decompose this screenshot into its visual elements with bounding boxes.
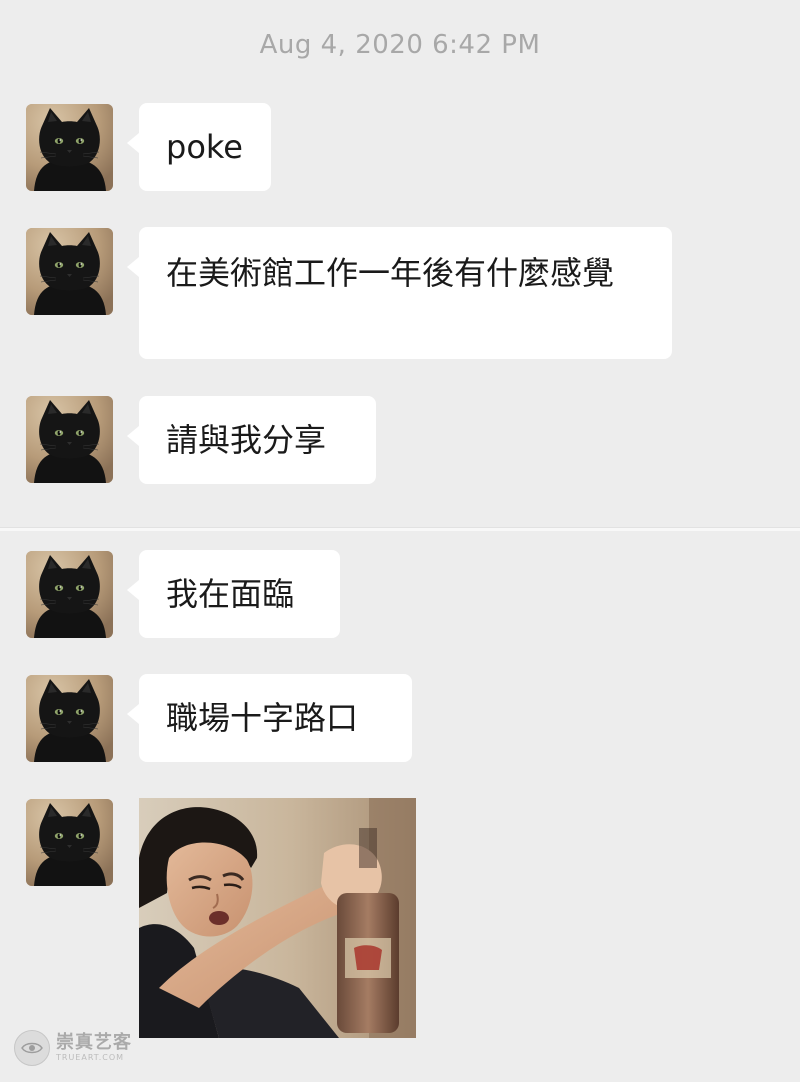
chat-timestamp: Aug 4, 2020 6:42 PM <box>259 30 541 60</box>
cat-avatar[interactable] <box>26 396 113 483</box>
black-cat-icon <box>26 551 113 638</box>
watermark-name: 崇真艺客 <box>56 1032 132 1053</box>
message-text: 請與我分享 <box>166 421 327 459</box>
watermark-subtitle: TRUEART.COM <box>56 1053 125 1062</box>
meme-image[interactable] <box>139 798 416 1038</box>
screenshot-divider <box>0 527 800 531</box>
message-bubble-4[interactable]: 我在面臨 <box>127 550 340 638</box>
black-cat-icon <box>26 675 113 762</box>
message-bubble-1[interactable]: poke <box>127 103 271 191</box>
cat-avatar[interactable] <box>26 551 113 638</box>
cat-avatar[interactable] <box>26 104 113 191</box>
message-bubble-3[interactable]: 請與我分享 <box>127 396 376 484</box>
black-cat-icon <box>26 799 113 886</box>
eye-logo-icon <box>14 1030 50 1066</box>
message-text: 在美術館工作一年後有什麼感覺 <box>166 254 615 292</box>
message-text: 我在面臨 <box>166 575 295 613</box>
message-text: poke <box>166 128 243 166</box>
meme-photo-illustration <box>139 798 416 1038</box>
message-bubble-2[interactable]: 在美術館工作一年後有什麼感覺 <box>127 227 672 359</box>
watermark: 崇真艺客 TRUEART.COM <box>14 1030 132 1066</box>
cat-avatar[interactable] <box>26 675 113 762</box>
message-bubble-5[interactable]: 職場十字路口 <box>127 674 412 762</box>
cat-avatar[interactable] <box>26 799 113 886</box>
black-cat-icon <box>26 228 113 315</box>
black-cat-icon <box>26 104 113 191</box>
black-cat-icon <box>26 396 113 483</box>
cat-avatar[interactable] <box>26 228 113 315</box>
message-text: 職場十字路口 <box>166 699 359 737</box>
